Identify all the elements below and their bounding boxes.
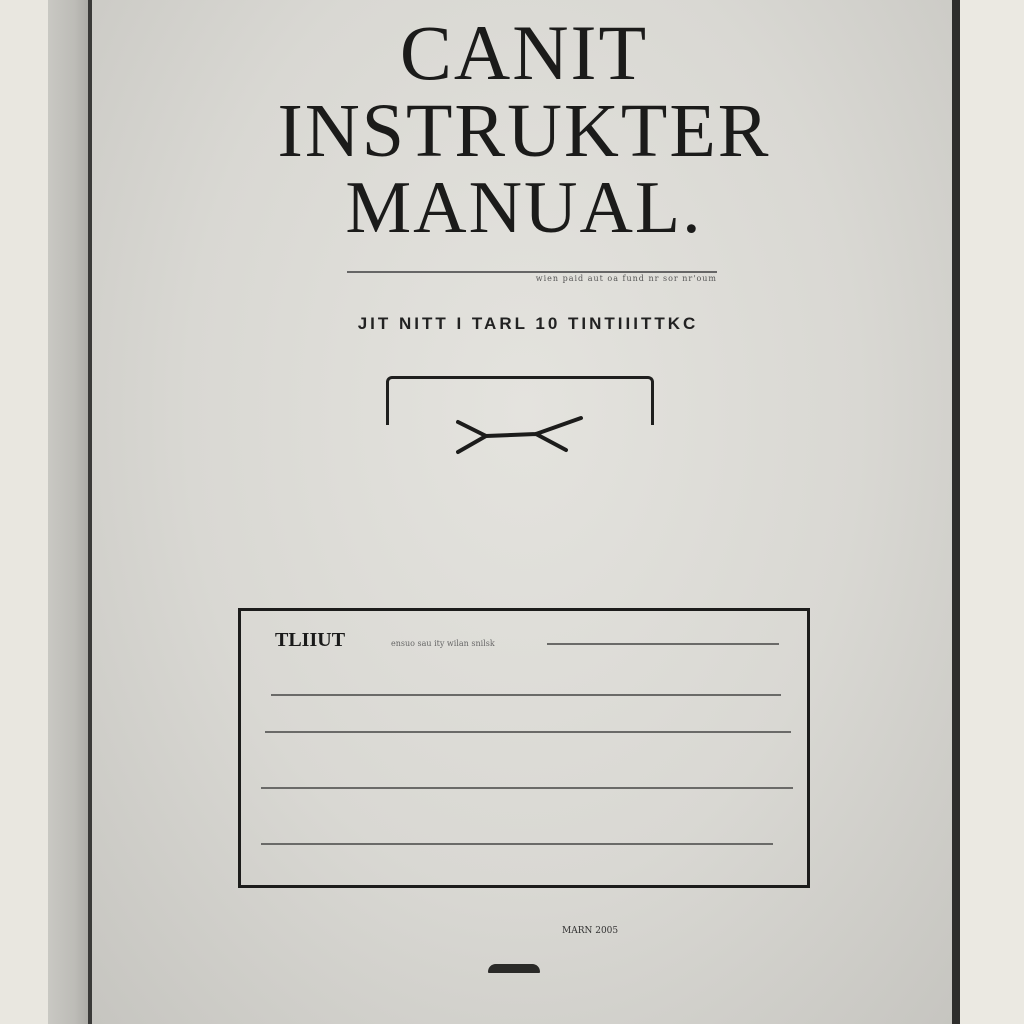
- footer-mark: [488, 964, 540, 973]
- label-box: TLIIUT ensuo sau ity wilan snilsk: [238, 608, 810, 888]
- write-line: [547, 643, 779, 645]
- label-box-note: ensuo sau ity wilan snilsk: [391, 639, 495, 648]
- label-box-title: TLIIUT: [275, 629, 346, 651]
- manual-cover: CANIT INSTRUKTER MANUAL. wien paid aut o…: [92, 0, 956, 1024]
- title-line-1: CANIT: [399, 9, 649, 96]
- emblem-icon: [456, 416, 583, 454]
- write-line: [271, 694, 781, 696]
- background-left: [0, 0, 48, 1024]
- title-line-2: INSTRUKTER: [277, 89, 771, 173]
- write-line: [261, 787, 793, 789]
- rule-caption: wien paid aut oa fund nr sor nr'oum: [347, 271, 717, 283]
- book-spine: [48, 0, 92, 1024]
- title-line-3: MANUAL.: [345, 167, 703, 249]
- cover-edge: [952, 0, 960, 1024]
- footer-text: MARN 2005: [562, 926, 619, 936]
- subtitle: JIT NITT I TARL 10 TINTIIITTKC: [357, 314, 699, 333]
- background-right: [960, 0, 1024, 1024]
- write-line: [265, 731, 791, 733]
- write-line: [261, 843, 773, 845]
